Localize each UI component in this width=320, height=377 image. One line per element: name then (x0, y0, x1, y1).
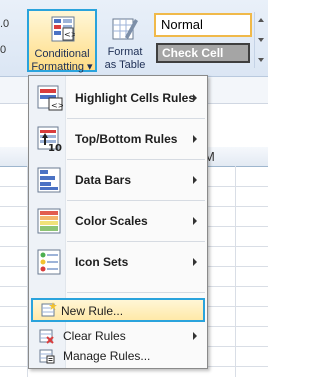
submenu-arrow-icon (193, 258, 197, 266)
conditional-formatting-menu: <> Highlight Cells Rules 10 Top/Bottom R… (28, 75, 208, 369)
menu-separator (67, 292, 205, 293)
color-scales-icon (37, 208, 61, 234)
menu-item-color-scales[interactable]: Color Scales (31, 203, 205, 239)
menu-item-label: Manage Rules... (63, 349, 151, 363)
menu-item-label: Icon Sets (75, 255, 129, 269)
format-as-table-icon (112, 18, 138, 40)
svg-text:10: 10 (48, 143, 62, 153)
menu-item-icon-sets[interactable]: Icon Sets (31, 244, 205, 280)
ribbon: .0 0 <> Conditional Formatting ▾ Format … (0, 0, 268, 84)
clear-rules-icon (39, 329, 54, 344)
new-rule-icon (41, 302, 57, 317)
cell-style-normal[interactable]: Normal (154, 13, 252, 37)
menu-item-highlight-cells-rules[interactable]: <> Highlight Cells Rules (31, 80, 205, 116)
conditional-formatting-label: Conditional Formatting ▾ (31, 48, 93, 73)
menu-item-top-bottom-rules[interactable]: 10 Top/Bottom Rules (31, 121, 205, 157)
menu-item-clear-rules[interactable]: Clear Rules (31, 326, 205, 346)
format-as-table-button[interactable]: Format as Table ▾ (101, 11, 149, 84)
grid-column-line (235, 166, 236, 377)
menu-separator (67, 200, 205, 201)
menu-item-label: Data Bars (75, 173, 132, 187)
menu-item-new-rule[interactable]: New Rule... (31, 298, 205, 322)
submenu-arrow-icon (193, 332, 197, 340)
menu-separator (67, 118, 205, 119)
menu-item-label: Highlight Cells Rules (75, 91, 196, 105)
svg-text:<>: <> (64, 30, 75, 39)
menu-separator (67, 241, 205, 242)
menu-item-label: Color Scales (75, 214, 148, 228)
submenu-arrow-icon (193, 217, 197, 225)
menu-separator (67, 159, 205, 160)
menu-item-manage-rules[interactable]: Manage Rules... (31, 346, 205, 366)
menu-item-label: Top/Bottom Rules (75, 132, 178, 146)
ribbon-partial-decimal[interactable]: 0 (0, 44, 6, 56)
submenu-arrow-icon (193, 94, 197, 102)
ribbon-partial-number-format[interactable]: .0 (0, 18, 9, 30)
menu-item-data-bars[interactable]: Data Bars (31, 162, 205, 198)
submenu-arrow-icon (193, 135, 197, 143)
manage-rules-icon (39, 349, 55, 364)
ribbon-styles-scrollbar[interactable] (254, 12, 267, 68)
top-bottom-rules-icon: 10 (37, 126, 62, 153)
conditional-formatting-button[interactable]: <> Conditional Formatting ▾ (27, 9, 97, 73)
menu-item-label: Clear Rules (63, 329, 126, 343)
scroll-arrows-icon (258, 18, 264, 62)
cell-style-check-cell[interactable]: Check Cell (156, 43, 250, 63)
svg-text:<>: <> (51, 101, 63, 110)
highlight-cells-rules-icon: <> (37, 85, 63, 111)
icon-sets-icon (37, 249, 61, 275)
submenu-arrow-icon (193, 176, 197, 184)
data-bars-icon (37, 167, 61, 193)
conditional-formatting-icon: <> (51, 16, 75, 42)
menu-item-label: New Rule... (61, 304, 124, 318)
